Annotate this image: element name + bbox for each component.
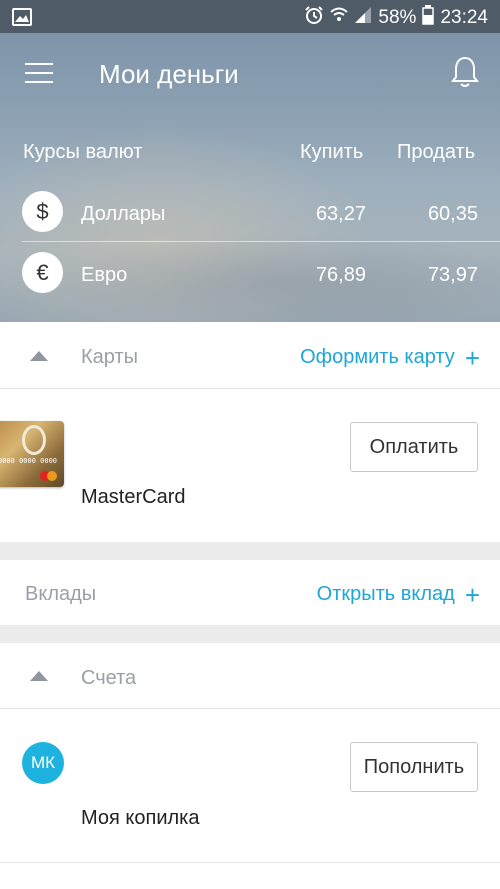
rates-label: Курсы валют [23,141,143,163]
page-title: Мои деньги [99,59,239,89]
card-logo-icon [22,425,46,455]
image-icon [12,8,32,31]
card-number: 0000 0000 0000 [0,457,58,465]
battery-percent: 58% [378,7,417,28]
buy-rate: 76,89 [315,264,366,286]
divider [0,388,500,389]
dollar-icon: $ [22,191,63,232]
sell-rate: 73,97 [427,264,478,286]
plus-icon: + [464,579,480,610]
buy-label: Купить [300,141,364,163]
order-card-label: Оформить карту [300,346,455,368]
avatar: МК [22,742,64,784]
collapse-triangle-icon[interactable] [30,351,48,361]
alarm-icon [304,5,324,31]
account-name: Моя копилка [81,807,200,829]
divider [0,708,500,709]
bell-icon[interactable] [450,55,480,89]
rate-row-eur: € Евро 76,89 73,97 [0,243,500,303]
card-image[interactable]: 0000 0000 0000 [0,421,64,487]
cards-header[interactable]: Карты Оформить карту + [0,322,500,388]
open-deposit-button[interactable]: Открыть вклад + [316,579,480,610]
mastercard-icon [40,471,58,481]
menu-icon[interactable] [25,61,55,85]
currency-name: Евро [81,264,128,286]
accounts-header[interactable]: Счета [0,643,500,709]
clock: 23:24 [440,7,488,28]
deposits-header[interactable]: Вклады Открыть вклад + [0,560,500,625]
card-name: MasterCard [81,486,186,508]
collapse-triangle-icon[interactable] [30,671,48,681]
euro-icon: € [22,252,63,293]
plus-icon: + [464,342,480,373]
pay-button[interactable]: Оплатить [350,422,478,472]
sell-label: Продать [397,141,476,163]
section-title: Карты [81,346,138,368]
signal-icon [354,6,372,30]
section-title: Вклады [25,583,97,605]
divider [22,241,500,242]
section-title: Счета [81,667,137,689]
wifi-icon [330,6,349,30]
battery-icon [422,5,435,31]
currency-name: Доллары [81,203,166,225]
sell-rate: 60,35 [427,203,478,225]
status-bar: 58% 23:24 [0,0,500,33]
header: Мои деньги Курсы валют Купить Продать $ … [0,33,500,322]
divider [0,862,500,863]
order-card-button[interactable]: Оформить карту + [300,342,480,373]
buy-rate: 63,27 [315,203,366,225]
rate-row-usd: $ Доллары 63,27 60,35 [0,182,500,242]
open-deposit-label: Открыть вклад [316,583,455,605]
top-up-button[interactable]: Пополнить [350,742,478,792]
